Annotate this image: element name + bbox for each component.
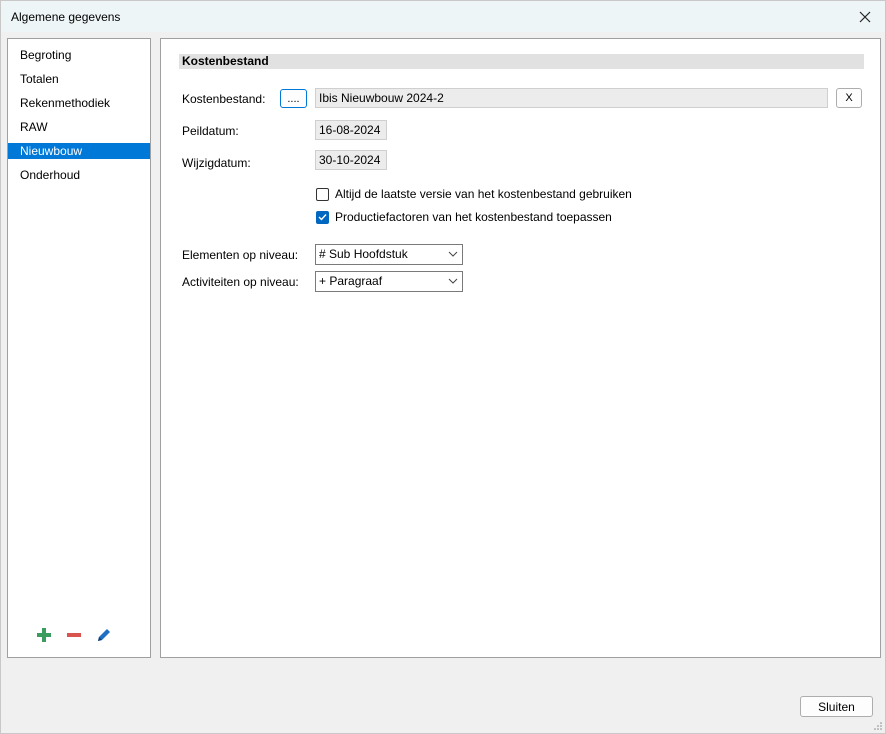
chevron-down-icon: [448, 278, 458, 284]
title-bar: Algemene gegevens: [1, 1, 885, 32]
peildatum-field: 16-08-2024: [315, 120, 387, 140]
sidebar-item-totalen[interactable]: Totalen: [8, 71, 150, 87]
wijzigdatum-label: Wijzigdatum:: [182, 156, 251, 170]
pencil-icon[interactable]: [96, 627, 112, 643]
sidebar-item-raw[interactable]: RAW: [8, 119, 150, 135]
elementen-label: Elementen op niveau:: [182, 248, 299, 262]
sidebar-item-rekenmethodiek[interactable]: Rekenmethodiek: [8, 95, 150, 111]
sidebar-item-nieuwbouw[interactable]: Nieuwbouw: [8, 143, 150, 159]
checkbox-productiefactoren[interactable]: Productiefactoren van het kostenbestand …: [316, 210, 612, 224]
activiteiten-label: Activiteiten op niveau:: [182, 275, 299, 289]
chevron-down-icon: [448, 251, 458, 257]
peildatum-label: Peildatum:: [182, 124, 239, 138]
clear-button[interactable]: X: [836, 88, 862, 108]
kostenbestand-label: Kostenbestand:: [182, 92, 266, 106]
minus-icon[interactable]: [66, 627, 82, 643]
sidebar-toolbar: [36, 627, 112, 643]
content-panel: Kostenbestand Kostenbestand: .... Ibis N…: [160, 38, 881, 658]
sidebar-item-onderhoud[interactable]: Onderhoud: [8, 167, 150, 183]
window-title: Algemene gegevens: [11, 10, 121, 24]
checkbox-label: Altijd de laatste versie van het kostenb…: [335, 187, 632, 201]
close-button[interactable]: Sluiten: [800, 696, 873, 717]
checkbox-laatste-versie[interactable]: Altijd de laatste versie van het kostenb…: [316, 187, 632, 201]
activiteiten-dropdown[interactable]: + Paragraaf: [315, 271, 463, 292]
checkmark-icon: [318, 214, 327, 221]
checkbox-box-checked[interactable]: [316, 210, 329, 224]
sidebar: Begroting Totalen Rekenmethodiek RAW Nie…: [7, 38, 151, 658]
activiteiten-value: + Paragraaf: [319, 274, 383, 288]
close-icon[interactable]: [853, 5, 877, 29]
sidebar-item-begroting[interactable]: Begroting: [8, 47, 150, 63]
dialog-window: Algemene gegevens Begroting Totalen Reke…: [0, 0, 886, 734]
elementen-value: # Sub Hoofdstuk: [319, 247, 408, 261]
kostenbestand-field: Ibis Nieuwbouw 2024-2: [315, 88, 828, 108]
section-title: Kostenbestand: [179, 54, 864, 69]
elementen-dropdown[interactable]: # Sub Hoofdstuk: [315, 244, 463, 265]
resize-grip-icon[interactable]: [874, 722, 882, 730]
checkbox-label: Productiefactoren van het kostenbestand …: [335, 210, 612, 224]
browse-button[interactable]: ....: [280, 89, 307, 108]
checkbox-box[interactable]: [316, 187, 329, 201]
wijzigdatum-field: 30-10-2024: [315, 150, 387, 170]
plus-icon[interactable]: [36, 627, 52, 643]
